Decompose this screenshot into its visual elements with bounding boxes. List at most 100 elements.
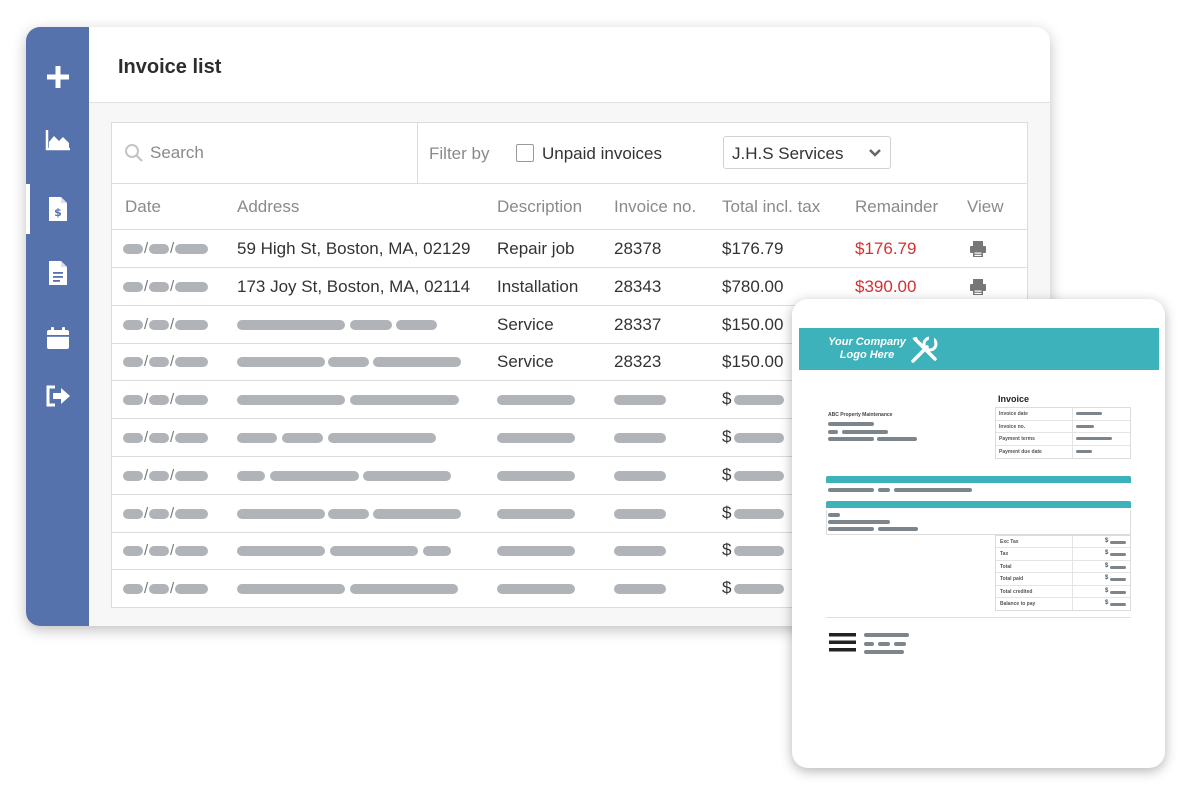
date-placeholder: [175, 470, 208, 481]
address-line: [842, 430, 888, 434]
currency-symbol: $: [1105, 550, 1109, 557]
text-line: [828, 488, 874, 492]
address-placeholder: [237, 319, 345, 330]
total-placeholder: [734, 470, 784, 481]
description-cell: Service: [497, 352, 554, 372]
column-invoice-no[interactable]: Invoice no.: [614, 197, 696, 217]
invoice-no-cell: 28337: [614, 314, 662, 334]
currency-symbol: $: [722, 389, 732, 409]
date-placeholder: [175, 395, 208, 406]
address-placeholder: [237, 395, 345, 406]
invoice-total-value: [1110, 565, 1126, 569]
remainder-cell: $390.00: [855, 276, 917, 296]
description-placeholder: [497, 395, 575, 406]
date-separator: /: [144, 542, 149, 560]
sidebar-item-documents[interactable]: [26, 248, 89, 298]
date-placeholder: [123, 357, 143, 368]
total-cell: $780.00: [722, 276, 784, 296]
invoice-total-label: Balance to pay: [1000, 600, 1036, 607]
invoice-no-placeholder: [614, 395, 666, 406]
remainder-cell: $176.79: [855, 239, 917, 258]
sidebar-item-calendar[interactable]: [26, 313, 89, 363]
invoice-no-cell: 28343: [614, 276, 662, 296]
date-separator: /: [144, 391, 149, 409]
address-placeholder: [373, 508, 461, 519]
currency-symbol: $: [1105, 587, 1109, 594]
invoice-meta-label: Invoice no.: [999, 423, 1026, 430]
invoice-meta-value: [1076, 424, 1094, 428]
column-total[interactable]: Total incl. tax: [722, 197, 820, 217]
add-icon: [46, 66, 69, 88]
invoice-meta-value: [1076, 437, 1112, 440]
column-address[interactable]: Address: [237, 197, 299, 217]
text-line: [864, 633, 909, 637]
invoice-total-row: Total paid $: [996, 573, 1130, 586]
text-line: [864, 650, 904, 654]
date-separator: /: [144, 466, 149, 484]
tools-icon: [911, 336, 938, 363]
divider: [826, 617, 1131, 618]
unpaid-checkbox[interactable]: [516, 144, 534, 162]
address-placeholder: [237, 508, 325, 519]
chart-icon: [45, 130, 70, 151]
column-view: View: [967, 197, 1004, 216]
document-icon: [48, 261, 67, 285]
address-placeholder: [237, 433, 277, 443]
sidebar-item-add[interactable]: [26, 52, 89, 102]
invoice-no-placeholder: [614, 433, 666, 443]
description-placeholder: [497, 470, 575, 481]
invoice-total-label: Total: [1000, 563, 1012, 570]
address-line: [828, 422, 874, 426]
print-icon[interactable]: [969, 278, 987, 301]
address-line: [828, 437, 874, 441]
date-separator: /: [170, 277, 175, 295]
invoice-icon: $: [48, 197, 67, 221]
address-placeholder: [237, 357, 325, 368]
date-placeholder: [175, 244, 208, 254]
invoice-company: ABC Property Maintenance: [828, 412, 893, 418]
date-placeholder: [149, 546, 169, 557]
address-placeholder: [328, 508, 369, 519]
address-placeholder: [350, 395, 459, 406]
date-separator: /: [144, 429, 149, 446]
currency-symbol: $: [1105, 599, 1109, 606]
sidebar-item-invoices[interactable]: $: [26, 184, 89, 234]
search-icon: [125, 144, 143, 162]
invoice-title: Invoice: [998, 394, 1030, 404]
column-date[interactable]: Date: [125, 197, 161, 217]
date-placeholder: [123, 244, 143, 254]
sidebar-item-reports[interactable]: [26, 115, 89, 165]
date-separator: /: [170, 466, 175, 484]
date-separator: /: [144, 353, 149, 371]
table-row[interactable]: / / 59 High St, Boston, MA, 02129 Repair jo…: [112, 230, 1027, 268]
address-placeholder: [237, 584, 345, 595]
invoice-meta-value: [1076, 412, 1102, 415]
total-cell: $150.00: [722, 352, 784, 372]
column-remainder[interactable]: Remainder: [855, 197, 938, 217]
currency-symbol: $: [722, 427, 732, 446]
total-placeholder: [734, 433, 784, 443]
calendar-icon: [46, 327, 69, 349]
total-cell: $150.00: [722, 314, 784, 334]
invoice-meta-label: Payment due date: [999, 448, 1042, 455]
invoice-total-row: Tax $: [996, 548, 1130, 561]
invoice-total-value: [1110, 578, 1126, 582]
currency-symbol: $: [1105, 562, 1109, 569]
date-separator: /: [144, 580, 149, 598]
invoice-no-cell: 28323: [614, 352, 662, 372]
description-cell: Repair job: [497, 239, 575, 258]
address-placeholder: [350, 584, 458, 595]
unpaid-label[interactable]: Unpaid invoices: [542, 144, 662, 164]
table-header: Date Address Description Invoice no. Tot…: [112, 184, 1027, 230]
search-box: [112, 123, 418, 183]
sidebar: $: [26, 27, 89, 626]
invoice-total-value: [1110, 602, 1126, 606]
search-input[interactable]: [150, 141, 400, 165]
client-select[interactable]: J.H.S Services: [723, 136, 891, 169]
invoice-total-label: Tax: [1000, 551, 1009, 558]
print-icon[interactable]: [969, 240, 987, 263]
address-placeholder: [396, 319, 437, 330]
address-placeholder: [350, 319, 392, 330]
column-description[interactable]: Description: [497, 197, 582, 217]
sidebar-item-logout[interactable]: [26, 371, 89, 421]
